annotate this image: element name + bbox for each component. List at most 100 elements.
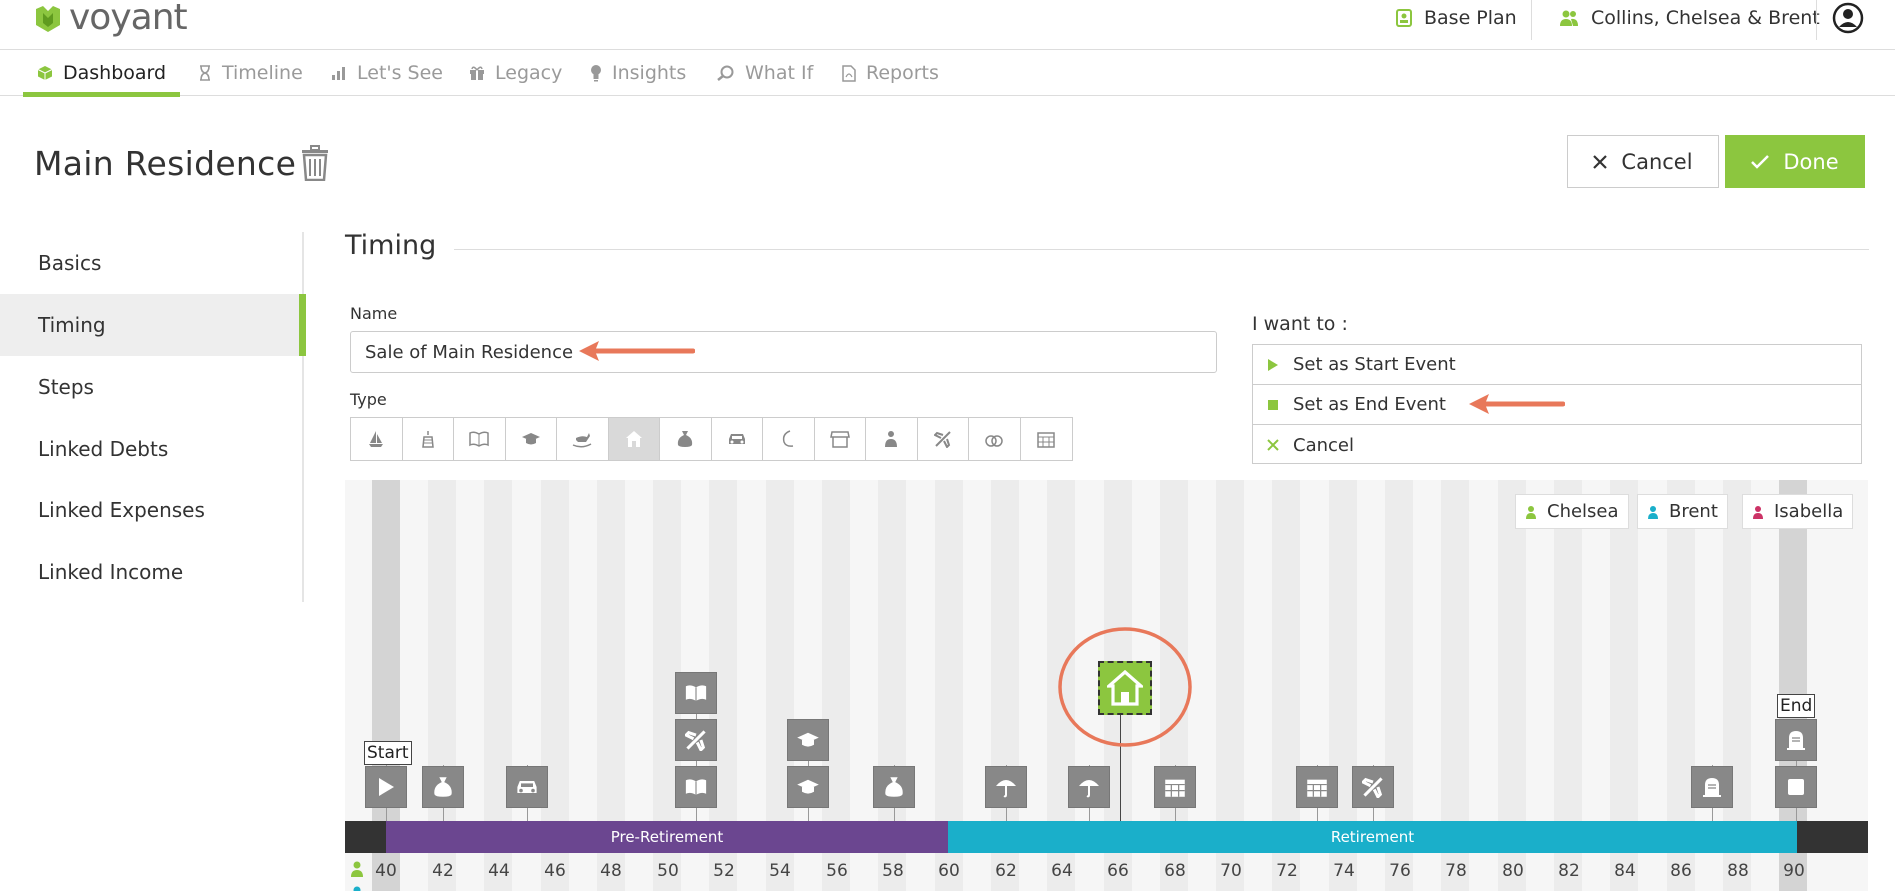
name-input[interactable] [350,331,1217,373]
cancel-label: Cancel [1621,149,1693,174]
type-graduation[interactable] [505,418,557,460]
timeline-event[interactable] [1068,766,1110,808]
sidebar-item-linked-income[interactable]: Linked Income [0,541,304,603]
users-icon [1560,10,1578,26]
legend-chelsea[interactable]: Chelsea [1515,494,1629,529]
name-label: Name [350,304,398,323]
tab-what-if[interactable]: What If [717,50,813,96]
age-tick: 70 [1220,861,1242,881]
sidebar-item-timing[interactable]: Timing [0,294,306,356]
start-flag: Start [364,741,412,765]
age-tick: 50 [657,861,679,881]
sidebar-item-label: Steps [38,375,94,399]
age-tick: 44 [488,861,510,881]
account-button[interactable] [1832,2,1864,38]
annotation-arrow [579,341,695,361]
calendar-icon [1165,779,1185,797]
age-tick: 42 [432,861,454,881]
sidebar-item-label: Basics [38,251,102,275]
sidebar-item-steps[interactable]: Steps [0,356,304,418]
action-label: Set as End Event [1293,394,1446,415]
type-awning[interactable] [814,418,866,460]
set-start-event[interactable]: Set as Start Event [1253,345,1861,385]
sidebar-item-label: Linked Income [38,560,184,584]
tab-lets-see[interactable]: Let's See [331,50,443,96]
age-tick: 86 [1670,861,1692,881]
sidebar-item-label: Linked Expenses [38,498,205,522]
tab-reports[interactable]: Reports [842,50,939,96]
sidebar-item-linked-expenses[interactable]: Linked Expenses [0,479,304,541]
legend-isabella[interactable]: Isabella [1742,494,1854,529]
type-people[interactable] [866,418,918,460]
timeline-event[interactable] [675,719,717,761]
legend-label: Chelsea [1547,501,1619,522]
timeline-event[interactable] [1352,766,1394,808]
tab-dashboard[interactable]: Dashboard [23,50,181,97]
plan-selector[interactable]: Base Plan [1396,0,1517,36]
type-moon[interactable] [763,418,815,460]
play-icon [1268,358,1278,371]
tab-label: Reports [866,62,939,84]
timeline-event[interactable] [1154,766,1196,808]
tab-label: Dashboard [63,62,167,84]
phase-retirement: Retirement [948,821,1797,853]
sidebar-item-linked-debts[interactable]: Linked Debts [0,418,304,480]
type-rocking-horse[interactable] [557,418,609,460]
main-nav: Dashboard Timeline Let's See Legacy Insi… [0,50,1895,97]
timeline-event[interactable] [1775,719,1817,761]
age-tick: 68 [1164,861,1186,881]
client-selector[interactable]: Collins, Chelsea & Brent [1559,0,1820,36]
timeline-event[interactable] [1296,766,1338,808]
logo[interactable]: voyant [33,0,188,36]
end-event[interactable] [1775,766,1817,808]
person-icon [1648,505,1658,519]
money-bag-icon [885,777,903,797]
age-tick: 58 [882,861,904,881]
age-tick: 40 [375,861,397,881]
timeline-event[interactable] [506,766,548,808]
type-airplane[interactable] [917,418,969,460]
person-icon [351,861,363,877]
timeline-event[interactable] [675,672,717,714]
delete-button[interactable] [298,145,332,185]
timeline-event[interactable] [873,766,915,808]
type-money-bag[interactable] [660,418,712,460]
sidebar-item-label: Timing [38,313,106,337]
timeline-event[interactable] [787,766,829,808]
type-house[interactable] [608,418,660,460]
sidebar-item-basics[interactable]: Basics [0,232,304,294]
tombstone-icon [1703,778,1721,797]
timeline-event[interactable] [675,766,717,808]
stop-icon [1788,779,1804,795]
timeline-event[interactable] [422,766,464,808]
tab-label: Timeline [222,62,303,84]
timeline: Chelsea Brent Isabella Start End Pre-Ret… [345,480,1868,891]
cancel-button[interactable]: Cancel [1567,135,1719,188]
airplane-icon [1362,777,1383,798]
age-tick: 54 [769,861,791,881]
type-book[interactable] [454,418,506,460]
timeline-event[interactable] [985,766,1027,808]
start-event[interactable] [365,766,407,808]
age-tick: 66 [1107,861,1129,881]
type-sailboat[interactable] [351,418,403,460]
tab-legacy[interactable]: Legacy [469,50,562,96]
book-icon [685,685,707,701]
type-calendar[interactable] [1020,418,1072,460]
check-icon [1751,154,1770,169]
timeline-event[interactable] [787,719,829,761]
age-tick: 76 [1389,861,1411,881]
type-cake[interactable] [402,418,454,460]
type-rings[interactable] [969,418,1021,460]
moon-icon [783,430,794,447]
umbrella-icon [996,780,1016,798]
tab-insights[interactable]: Insights [590,50,686,96]
legend-brent[interactable]: Brent [1637,494,1728,529]
tab-timeline[interactable]: Timeline [198,50,303,96]
tab-label: Let's See [357,62,443,84]
cancel-action[interactable]: Cancel [1253,425,1861,465]
timeline-event[interactable] [1691,766,1733,808]
money-bag-icon [678,431,693,447]
done-button[interactable]: Done [1725,135,1865,188]
type-car[interactable] [711,418,763,460]
